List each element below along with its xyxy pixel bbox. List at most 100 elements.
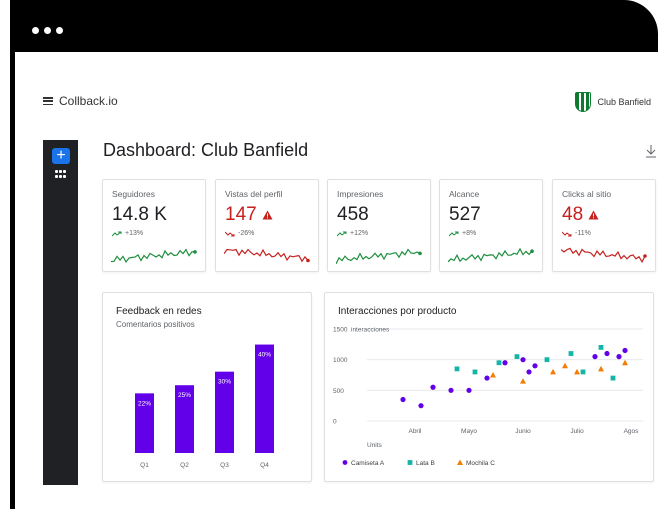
- bar-data-label: 30%: [218, 379, 231, 386]
- kpi-value: 48: [562, 204, 599, 226]
- feedback-card: Feedback en redes Comentarios positivos …: [102, 292, 312, 482]
- feedback-title: Feedback en redes: [116, 306, 202, 317]
- sparkline-line: [336, 248, 421, 265]
- trend-up-icon: [337, 231, 347, 236]
- download-icon[interactable]: [645, 144, 657, 158]
- kpi-label: Vistas del perfil: [225, 189, 283, 199]
- x-tick-label: Mayo: [461, 428, 477, 435]
- x-tick-label: Q2: [180, 462, 189, 469]
- kpi-label: Clicks al sitio: [562, 189, 612, 199]
- kpi-delta-text: +8%: [462, 230, 477, 237]
- point-mochila-c[interactable]: [574, 368, 580, 375]
- app-header: Collback.io Club Banfield: [15, 52, 655, 152]
- brand-name: Collback.io: [59, 94, 118, 108]
- point-lata-b[interactable]: [568, 351, 574, 356]
- legend-label[interactable]: Lata B: [416, 460, 435, 467]
- warning-icon: [262, 210, 273, 220]
- warning-icon: [588, 210, 599, 220]
- trend-up-icon: [112, 231, 122, 236]
- point-lata-b[interactable]: [598, 345, 604, 350]
- point-lata-b[interactable]: [496, 360, 502, 366]
- kpi-delta-text: -26%: [238, 230, 255, 237]
- legend-circle-icon: [342, 460, 348, 465]
- point-camiseta-a[interactable]: [520, 357, 526, 363]
- point-camiseta-a[interactable]: [448, 387, 454, 393]
- kpi-value: 458: [337, 204, 369, 226]
- kpi-value-text: 48: [562, 204, 584, 225]
- kpi-card[interactable]: Clicks al sitio 48 -11%: [552, 179, 656, 272]
- legend-label[interactable]: Mochila C: [466, 460, 495, 467]
- kpi-label: Seguidores: [112, 189, 156, 199]
- y-tick-label: 0: [333, 419, 337, 426]
- bar-data-label: 40%: [258, 352, 271, 359]
- bar-data-label: 22%: [138, 400, 151, 407]
- point-lata-b[interactable]: [454, 366, 460, 372]
- kpi-card[interactable]: Seguidores 14.8 K +13%: [102, 179, 206, 272]
- kpi-delta: -11%: [562, 230, 591, 237]
- kpi-value: 527: [449, 204, 481, 226]
- point-mochila-c[interactable]: [490, 372, 496, 378]
- point-lata-b[interactable]: [514, 354, 520, 359]
- x-axis-label: Units: [367, 442, 383, 449]
- kpi-label: Alcance: [449, 189, 480, 199]
- interacciones-scatter-chart: 0 500 1000 1500 interacciones Abril Mayo Junio J…: [333, 327, 643, 467]
- y-tick-label: 500: [333, 388, 344, 395]
- side-rail: +: [43, 140, 78, 485]
- point-lata-b[interactable]: [472, 369, 478, 375]
- kpi-delta: +12%: [337, 230, 368, 237]
- point-camiseta-a[interactable]: [526, 369, 532, 375]
- kpi-sparkline: [448, 247, 534, 263]
- kpi-card[interactable]: Impresiones 458 +12%: [327, 179, 431, 272]
- point-mochila-c[interactable]: [562, 362, 568, 369]
- legend-triangle-icon: [457, 459, 463, 465]
- point-mochila-c[interactable]: [550, 368, 556, 375]
- sparkline-end-point: [418, 251, 422, 256]
- apps-grid-icon[interactable]: [55, 170, 66, 179]
- legend-label[interactable]: Camiseta A: [351, 460, 385, 467]
- feedback-bar-chart: 22% Q1 25% Q2 30% Q3 40% Q4: [135, 344, 274, 469]
- point-camiseta-a[interactable]: [622, 347, 628, 354]
- point-camiseta-a[interactable]: [604, 350, 610, 357]
- point-mochila-c[interactable]: [520, 378, 526, 384]
- point-lata-b[interactable]: [580, 369, 586, 375]
- feedback-subtitle: Comentarios positivos: [116, 320, 195, 329]
- point-lata-b[interactable]: [544, 357, 550, 363]
- trend-up-icon: [449, 231, 459, 236]
- sparkline-end-point: [530, 249, 534, 253]
- sparkline-line: [111, 248, 196, 263]
- kpi-sparkline: [561, 247, 647, 264]
- kpi-value-text: 527: [449, 204, 481, 225]
- point-camiseta-a[interactable]: [466, 387, 472, 393]
- trend-down-icon: [562, 231, 572, 236]
- page-title: Dashboard: Club Banfield: [103, 140, 309, 160]
- point-camiseta-a[interactable]: [592, 354, 598, 360]
- point-camiseta-a[interactable]: [400, 396, 406, 403]
- hamburger-icon[interactable]: [43, 97, 53, 105]
- point-lata-b[interactable]: [610, 375, 616, 381]
- menu-button[interactable]: Collback.io: [43, 94, 118, 108]
- x-tick-label: Q3: [220, 462, 229, 469]
- kpi-sparkline: [224, 248, 310, 263]
- point-camiseta-a[interactable]: [502, 360, 508, 366]
- point-mochila-c[interactable]: [622, 359, 628, 366]
- club-account[interactable]: Club Banfield: [575, 92, 651, 112]
- kpi-sparkline: [111, 248, 197, 263]
- kpi-delta-text: +13%: [125, 230, 144, 237]
- point-camiseta-a[interactable]: [484, 375, 490, 381]
- point-mochila-c[interactable]: [598, 365, 604, 372]
- kpi-value: 14.8 K: [112, 204, 167, 226]
- sparkline-end-point: [193, 250, 197, 254]
- add-button[interactable]: +: [52, 148, 70, 164]
- y-tick-label: 1000: [333, 357, 348, 364]
- window-dots: [32, 27, 63, 34]
- point-camiseta-a[interactable]: [430, 384, 436, 390]
- point-camiseta-a[interactable]: [418, 403, 424, 409]
- kpi-delta: +13%: [112, 230, 143, 237]
- bar-q4[interactable]: [255, 344, 274, 453]
- kpi-card[interactable]: Alcance 527 +8%: [439, 179, 543, 272]
- point-camiseta-a[interactable]: [532, 363, 538, 369]
- kpi-card[interactable]: Vistas del perfil 147 -26%: [215, 179, 319, 272]
- sparkline-end-point: [643, 254, 647, 258]
- interacciones-card: Interacciones por producto 0 500 1000 1500 i…: [324, 292, 654, 482]
- point-camiseta-a[interactable]: [616, 354, 622, 360]
